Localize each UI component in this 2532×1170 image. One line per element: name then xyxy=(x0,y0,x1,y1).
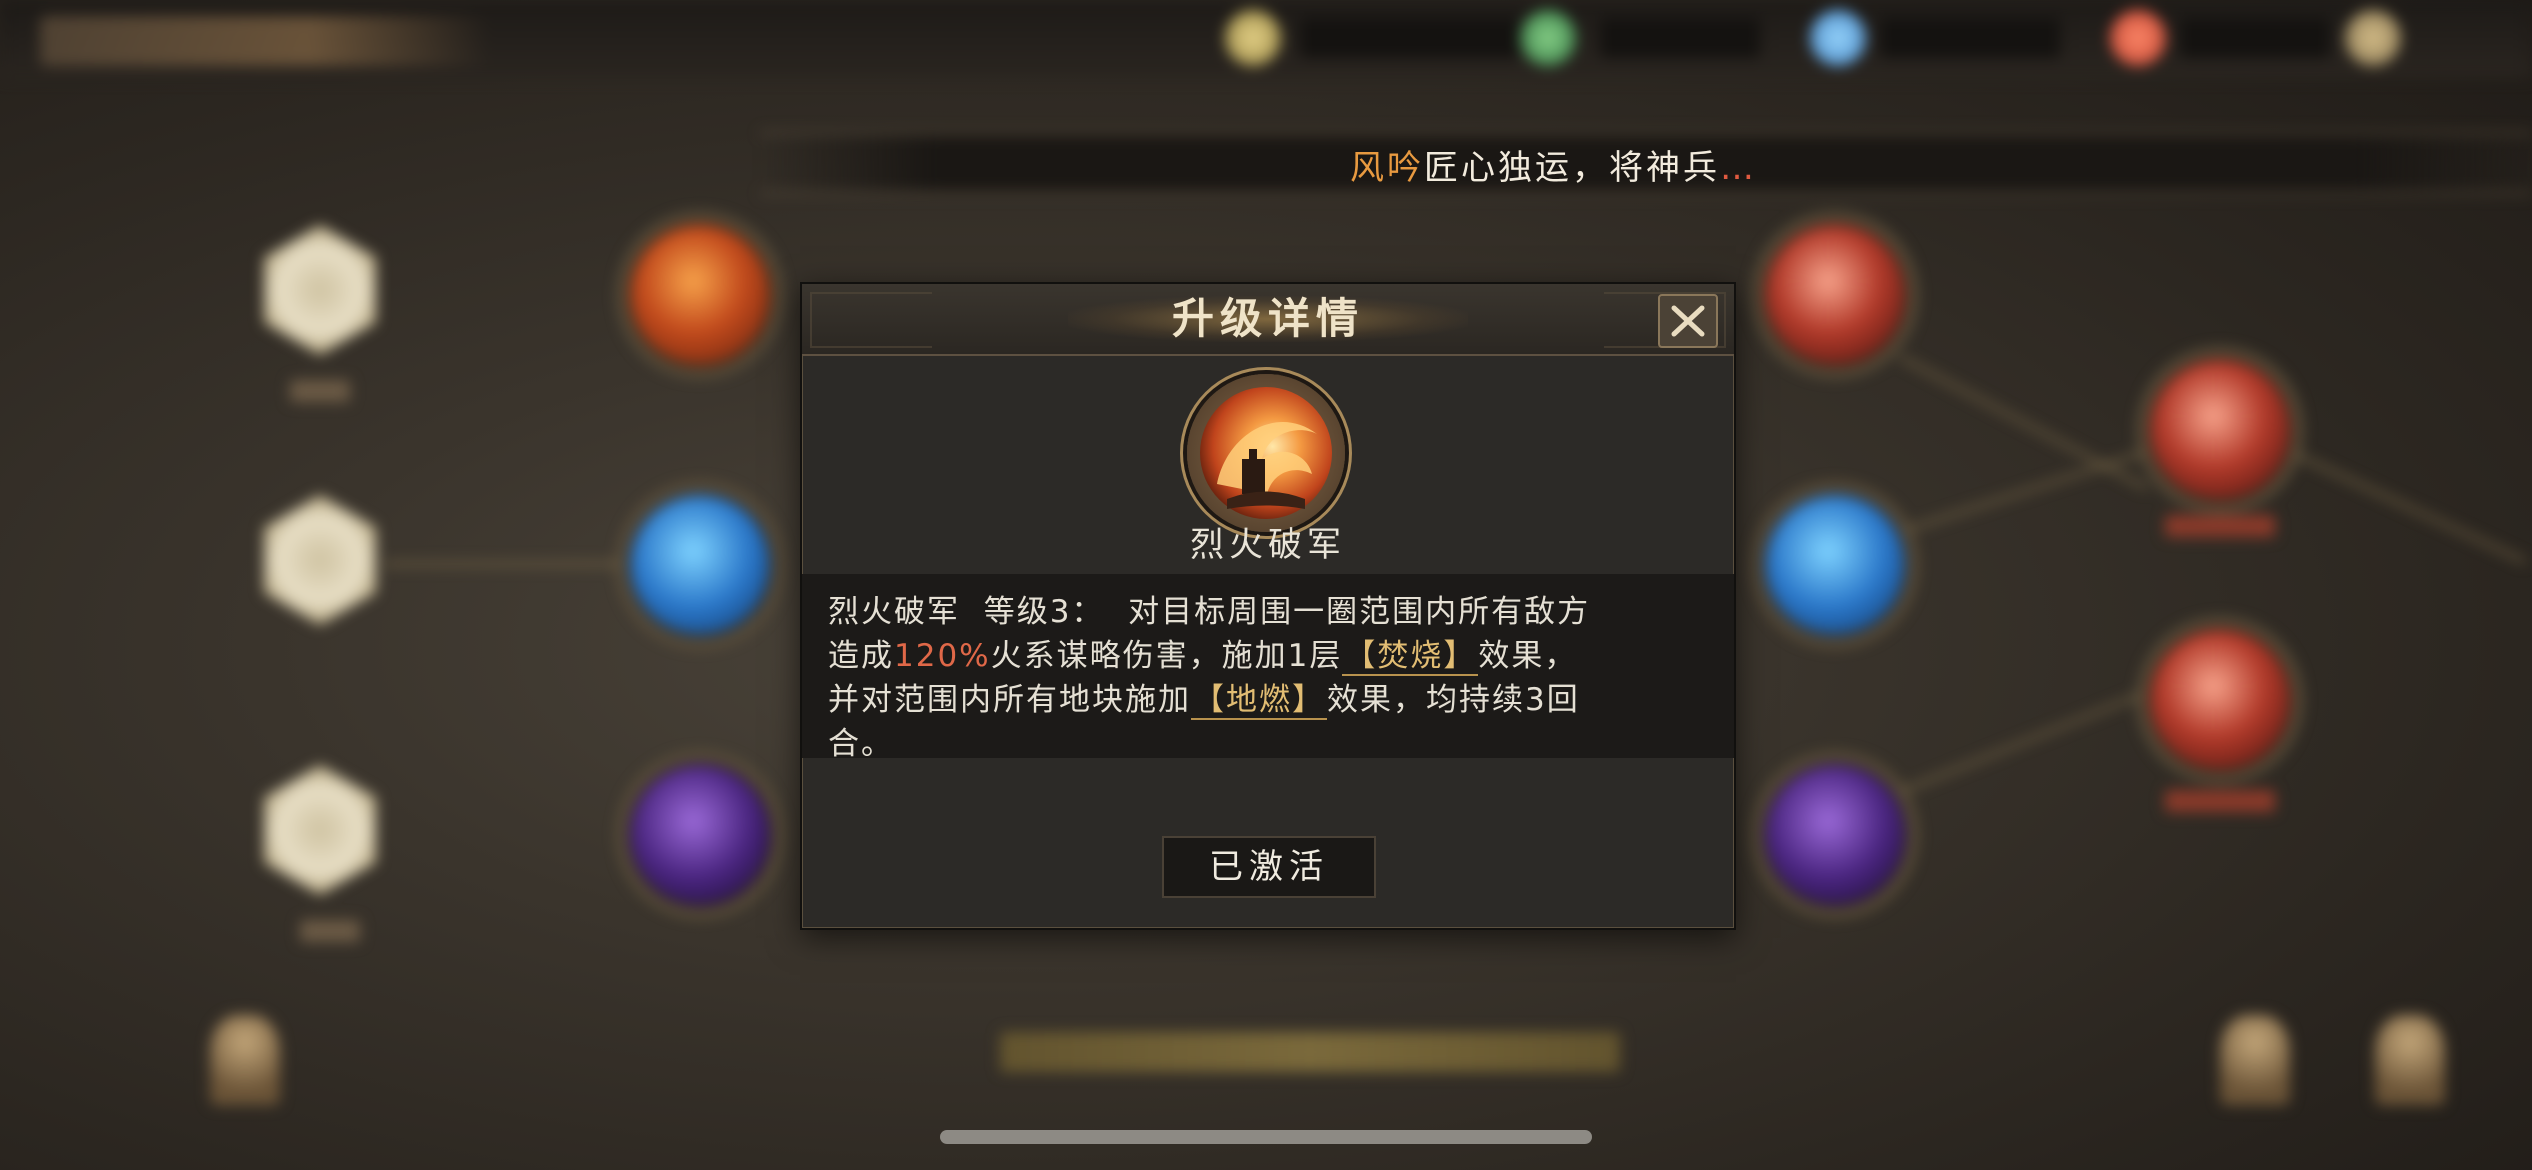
desc-text: 效果， xyxy=(1478,638,1578,674)
jade-icon xyxy=(1520,10,1576,66)
desc-line-2: 造成120%火系谋略伤害，施加1层【焚烧】效果， xyxy=(828,634,1718,678)
bottom-left-figure xyxy=(210,1015,280,1105)
skill-orb-red xyxy=(2150,360,2290,500)
hex-node xyxy=(264,225,376,355)
tree-line xyxy=(1899,446,2158,534)
top-resource-bar xyxy=(0,0,2532,78)
dialog-header: 升级详情 xyxy=(802,284,1734,356)
node-label xyxy=(2165,790,2275,812)
desc-line-3: 并对范围内所有地块施加【地燃】效果，均持续3回 xyxy=(828,678,1718,722)
add-resource-icon xyxy=(2345,10,2401,66)
gold-icon xyxy=(1225,10,1281,66)
bottom-hint-text xyxy=(1000,1032,1620,1072)
tree-line xyxy=(1899,355,2149,491)
damage-percent: 120% xyxy=(894,638,991,674)
skill-name: 烈火破军 xyxy=(1190,525,1346,565)
node-label xyxy=(290,380,350,402)
marquee-player-name: 风吟 xyxy=(1350,148,1424,188)
crystal-icon xyxy=(1810,10,1866,66)
desc-text: 火系谋略伤害，施加1层 xyxy=(990,638,1343,674)
keyword-burn[interactable]: 【焚烧】 xyxy=(1342,638,1479,676)
bottom-right-figure xyxy=(2375,1015,2445,1105)
desc-text: 造成 xyxy=(828,638,894,674)
skill-orb-water xyxy=(1765,495,1905,635)
tree-line xyxy=(385,562,635,566)
close-button[interactable] xyxy=(1658,294,1718,348)
node-label xyxy=(300,920,360,942)
gold-bar xyxy=(1300,18,1520,58)
crystal-bar xyxy=(1880,18,2060,58)
fire-wave-skill-icon xyxy=(1187,374,1345,532)
upgrade-details-dialog: 升级详情 烈火破军 烈火破军 等级3： 对目标周围一圈范围内所有敌方 造成120… xyxy=(800,282,1736,930)
home-indicator[interactable] xyxy=(940,1130,1592,1144)
tree-line xyxy=(2289,450,2527,564)
tree-line xyxy=(1899,685,2161,794)
skill-orb-water xyxy=(630,495,770,635)
ruby-icon xyxy=(2110,10,2166,66)
broadcast-marquee: 风吟匠心独运，将神兵… xyxy=(1350,140,1757,188)
top-title-area xyxy=(40,16,490,66)
activated-status-button[interactable]: 已激活 xyxy=(1162,836,1376,898)
hex-node xyxy=(264,495,376,625)
skill-orb-dark xyxy=(630,765,770,905)
skill-description-panel: 烈火破军 等级3： 对目标周围一圈范围内所有敌方 造成120%火系谋略伤害，施加… xyxy=(802,574,1734,762)
game-screen: 风吟匠心独运，将神兵… 升级详情 烈火破军 烈火破军 等级3： 对目标周围一圈范… xyxy=(0,0,2532,1170)
desc-text: 并对范围内所有地块施加 xyxy=(828,682,1191,718)
bottom-right-figure xyxy=(2220,1015,2290,1105)
skill-description: 烈火破军 等级3： 对目标周围一圈范围内所有敌方 造成120%火系谋略伤害，施加… xyxy=(828,590,1718,766)
keyword-ground-fire[interactable]: 【地燃】 xyxy=(1191,682,1327,720)
desc-line-4: 合。 xyxy=(828,726,894,762)
marquee-tail: … xyxy=(1720,148,1757,188)
skill-orb-red xyxy=(2150,630,2290,770)
skill-orb-red xyxy=(1765,225,1905,365)
desc-line-1: 烈火破军 等级3： 对目标周围一圈范围内所有敌方 xyxy=(828,594,1591,630)
marquee-message: 匠心独运，将神兵 xyxy=(1424,148,1720,188)
ruby-bar xyxy=(2180,18,2330,58)
skill-orb-dark xyxy=(1765,765,1905,905)
hex-node xyxy=(264,765,376,895)
desc-text: 效果，均持续3回 xyxy=(1327,682,1580,718)
skill-orb-fire xyxy=(630,225,770,365)
close-x-icon xyxy=(1671,305,1705,337)
node-label xyxy=(2165,515,2275,537)
dialog-title: 升级详情 xyxy=(1171,294,1364,343)
jade-bar xyxy=(1600,18,1760,58)
